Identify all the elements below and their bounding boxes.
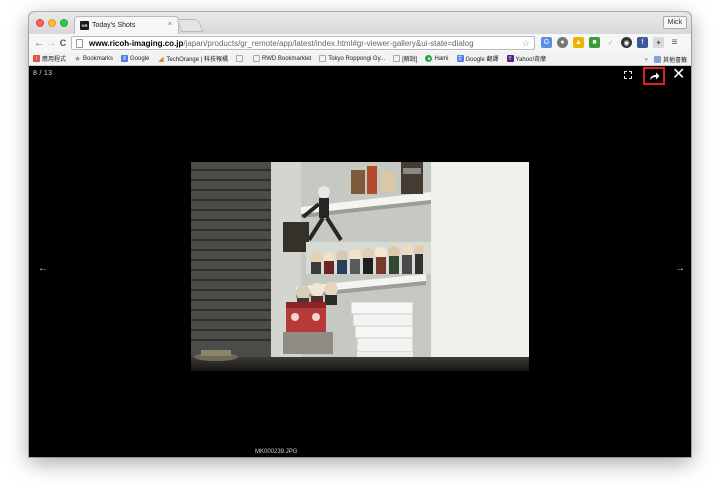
url-host: www.ricoh-imaging.co.jp xyxy=(89,38,184,48)
next-image-arrow[interactable]: → xyxy=(675,263,685,274)
page-icon xyxy=(235,55,243,62)
bookmark-label: Hami xyxy=(434,55,449,62)
share-button[interactable] xyxy=(643,67,665,85)
bookmark-google[interactable]: 8 Google xyxy=(121,55,149,62)
close-viewer-button[interactable]: ✕ xyxy=(672,65,685,85)
bookmark-label: TechOrange | 科技報橘 xyxy=(166,57,228,63)
bookmark-label: Yahoo!奇摩 xyxy=(515,57,547,63)
page-icon xyxy=(252,55,260,62)
title-bar: GR Today's Shots × Mick xyxy=(29,12,691,34)
google-icon: 8 xyxy=(121,55,129,62)
apps-icon: ⁞ xyxy=(33,55,40,62)
window-zoom-button[interactable] xyxy=(60,19,68,27)
menu-icon[interactable]: ≡ xyxy=(669,37,680,48)
bookmark-hami[interactable]: ● Hami xyxy=(425,55,449,62)
bookmark-star-icon[interactable]: ☆ xyxy=(522,38,530,49)
bookmark-label: Google 翻譯 xyxy=(465,57,499,63)
drive-extension-icon[interactable]: ▲ xyxy=(573,37,584,48)
window-close-button[interactable] xyxy=(36,19,44,27)
bookmark-blank[interactable] xyxy=(235,55,245,62)
overflow-chevron-icon[interactable]: » xyxy=(645,57,648,63)
address-bar[interactable]: www.ricoh-imaging.co.jp /japan/products/… xyxy=(71,36,535,50)
hami-icon: ● xyxy=(425,55,433,62)
bookmark-label: [解說] xyxy=(402,57,418,63)
translate-icon: 文 xyxy=(456,55,464,62)
bookmark-label: Bookmarks xyxy=(83,55,114,62)
profile-button[interactable]: Mick xyxy=(662,16,687,29)
bookmark-google-translate[interactable]: 文 Google 翻譯 xyxy=(456,54,499,63)
bookmark-rwd[interactable]: RWD Bookmarklet xyxy=(252,55,312,62)
back-button[interactable]: ← xyxy=(33,38,45,49)
other-bookmarks-label[interactable]: 其他書籤 xyxy=(663,55,687,64)
translate-extension-icon[interactable]: G xyxy=(541,37,552,48)
bookmark-techorange[interactable]: ◢ TechOrange | 科技報橘 xyxy=(157,54,228,64)
new-tab-button[interactable] xyxy=(176,19,204,32)
gallery-photo xyxy=(191,162,529,371)
extension-icons: G ● ▲ ■ ✓ ◉ f ✦ ≡ xyxy=(541,37,680,48)
bookmark-label: Google xyxy=(130,55,150,62)
facebook-extension-icon[interactable]: f xyxy=(637,37,648,48)
evernote-extension-icon[interactable]: ■ xyxy=(589,37,600,48)
bookmark-label: RWD Bookmarklet xyxy=(261,55,312,62)
browser-toolbar: ← → C www.ricoh-imaging.co.jp /japan/pro… xyxy=(29,34,691,52)
bookmark-label: Tokyo Roppongi Gy... xyxy=(328,55,386,62)
yahoo-icon: Y xyxy=(506,55,514,62)
bookmarks-bar: ⁞ 應用程式 ★ Bookmarks 8 Google ◢ TechOrange… xyxy=(29,52,691,66)
bookmarks-overflow: » 其他書籤 xyxy=(645,55,687,64)
dark-extension-icon[interactable]: ◉ xyxy=(621,37,632,48)
page-icon xyxy=(319,55,327,62)
check-extension-icon[interactable]: ✓ xyxy=(605,37,616,48)
folder-icon xyxy=(653,56,661,63)
shelves-with-figures-photo xyxy=(191,162,529,371)
browser-window: GR Today's Shots × Mick ← → C www.ricoh-… xyxy=(29,12,691,457)
window-minimize-button[interactable] xyxy=(48,19,56,27)
bookmark-explain[interactable]: [解說] xyxy=(393,54,417,63)
reload-button[interactable]: C xyxy=(57,38,69,48)
image-filename: MK000239.JPG xyxy=(255,449,298,455)
gr-favicon-icon: GR xyxy=(80,21,89,30)
star-icon: ★ xyxy=(74,55,81,63)
tab-title: Today's Shots xyxy=(92,22,136,29)
page-icon xyxy=(393,55,401,62)
gallery-viewer: 8 / 13 ✕ ← → MK000239.JPG xyxy=(29,65,691,457)
url-path: /japan/products/gr_remote/app/latest/ind… xyxy=(183,38,474,48)
page-icon xyxy=(76,38,83,48)
image-counter: 8 / 13 xyxy=(33,70,53,77)
previous-image-arrow[interactable]: ← xyxy=(38,263,48,274)
bookmark-apps[interactable]: ⁞ 應用程式 xyxy=(33,54,66,63)
tab-todays-shots[interactable]: GR Today's Shots × xyxy=(74,16,179,34)
bookmark-label: 應用程式 xyxy=(42,57,67,63)
bookmark-yahoo[interactable]: Y Yahoo!奇摩 xyxy=(506,54,547,63)
forward-button[interactable]: → xyxy=(45,38,57,49)
tab-close-icon[interactable]: × xyxy=(168,21,172,28)
puzzle-extension-icon[interactable]: ✦ xyxy=(653,37,664,48)
fullscreen-icon[interactable] xyxy=(624,71,632,79)
share-arrow-icon xyxy=(649,72,659,80)
chrome-extension-icon[interactable]: ● xyxy=(557,37,568,48)
techorange-icon: ◢ xyxy=(158,55,164,63)
bookmark-bookmarks[interactable]: ★ Bookmarks xyxy=(74,55,114,63)
bookmark-tokyo[interactable]: Tokyo Roppongi Gy... xyxy=(319,55,385,62)
